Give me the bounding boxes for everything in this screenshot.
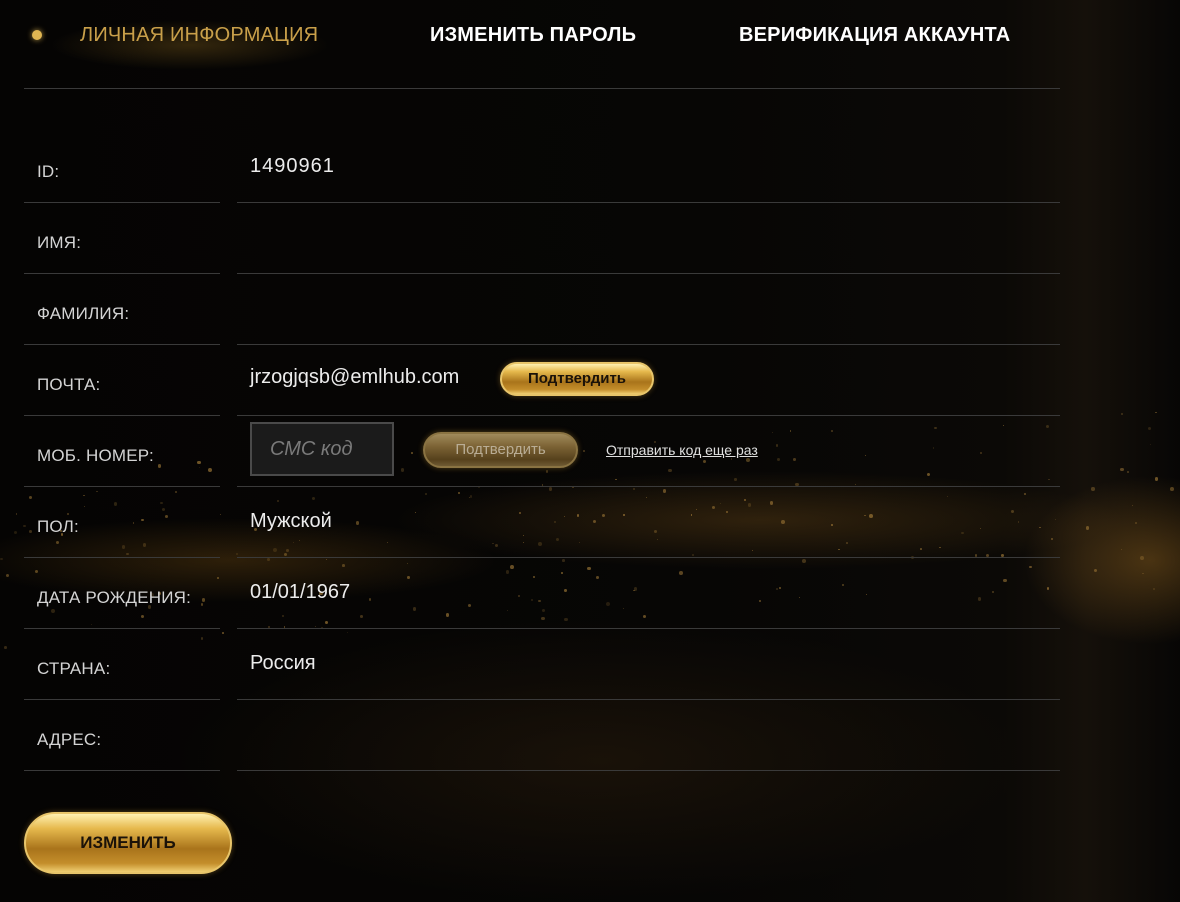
row-value-id: 1490961 [237, 132, 1060, 203]
sparkle-dot [13, 530, 17, 534]
sms-code-input[interactable] [250, 422, 394, 476]
sparkle-dot [219, 513, 221, 515]
country-value: Россия [250, 652, 316, 674]
row-label-gender: ПОЛ: [24, 487, 220, 558]
tab-personal-info[interactable]: ЛИЧНАЯ ИНФОРМАЦИЯ [80, 24, 318, 47]
row-label-email: ПОЧТА: [24, 345, 220, 416]
sparkle-dot [1152, 588, 1155, 591]
row-label-address: АДРЕС: [24, 700, 220, 771]
last-name-label: ФАМИЛИЯ: [37, 304, 130, 323]
row-value-birth-date: 01/01/1967 [237, 558, 1060, 629]
sparkle-dot [222, 632, 224, 634]
row-value-country: Россия [237, 629, 1060, 700]
id-value: 1490961 [250, 155, 335, 177]
id-label: ID: [37, 162, 60, 181]
row-value-first-name [237, 203, 1060, 274]
sparkle-dot [1147, 426, 1151, 431]
gender-label: ПОЛ: [37, 517, 79, 536]
phone-label: МОБ. НОМЕР: [37, 446, 154, 465]
tab-change-password[interactable]: ИЗМЕНИТЬ ПАРОЛЬ [430, 24, 636, 47]
sparkle-dot [1091, 487, 1095, 491]
active-tab-dot-icon [32, 30, 42, 40]
row-label-last-name: ФАМИЛИЯ: [24, 274, 220, 345]
edit-profile-button[interactable]: ИЗМЕНИТЬ [24, 812, 232, 874]
gender-value: Мужской [250, 510, 332, 532]
sparkle-dot [1120, 467, 1124, 472]
sparkle-dot [0, 557, 3, 561]
sparkle-dot [1139, 555, 1144, 560]
country-label: СТРАНА: [37, 659, 111, 678]
sparkle-dot [1085, 526, 1090, 530]
row-label-phone: МОБ. НОМЕР: [24, 416, 220, 487]
first-name-label: ИМЯ: [37, 233, 82, 252]
resend-code-link[interactable]: Отправить код еще раз [606, 442, 758, 458]
row-value-address [237, 700, 1060, 771]
row-label-birth-date: ДАТА РОЖДЕНИЯ: [24, 558, 220, 629]
email-value: jrzogjqsb@emlhub.com [250, 366, 460, 388]
sparkle-dot [1134, 521, 1137, 524]
email-label: ПОЧТА: [37, 375, 101, 394]
birth-date-value: 01/01/1967 [250, 581, 351, 603]
sparkle-dot [1155, 477, 1159, 481]
email-confirm-button[interactable]: Подтвердить [500, 362, 654, 396]
birth-date-label: ДАТА РОЖДЕНИЯ: [37, 588, 192, 607]
row-value-gender: Мужской [237, 487, 1060, 558]
row-label-id: ID: [24, 132, 220, 203]
phone-confirm-button[interactable]: Подтвердить [423, 432, 578, 468]
row-value-last-name [237, 274, 1060, 345]
tab-account-verification[interactable]: ВЕРИФИКАЦИЯ АККАУНТА [739, 24, 1010, 47]
address-label: АДРЕС: [37, 730, 102, 749]
sparkle-dot [15, 513, 18, 515]
row-label-country: СТРАНА: [24, 629, 220, 700]
row-label-first-name: ИМЯ: [24, 203, 220, 274]
